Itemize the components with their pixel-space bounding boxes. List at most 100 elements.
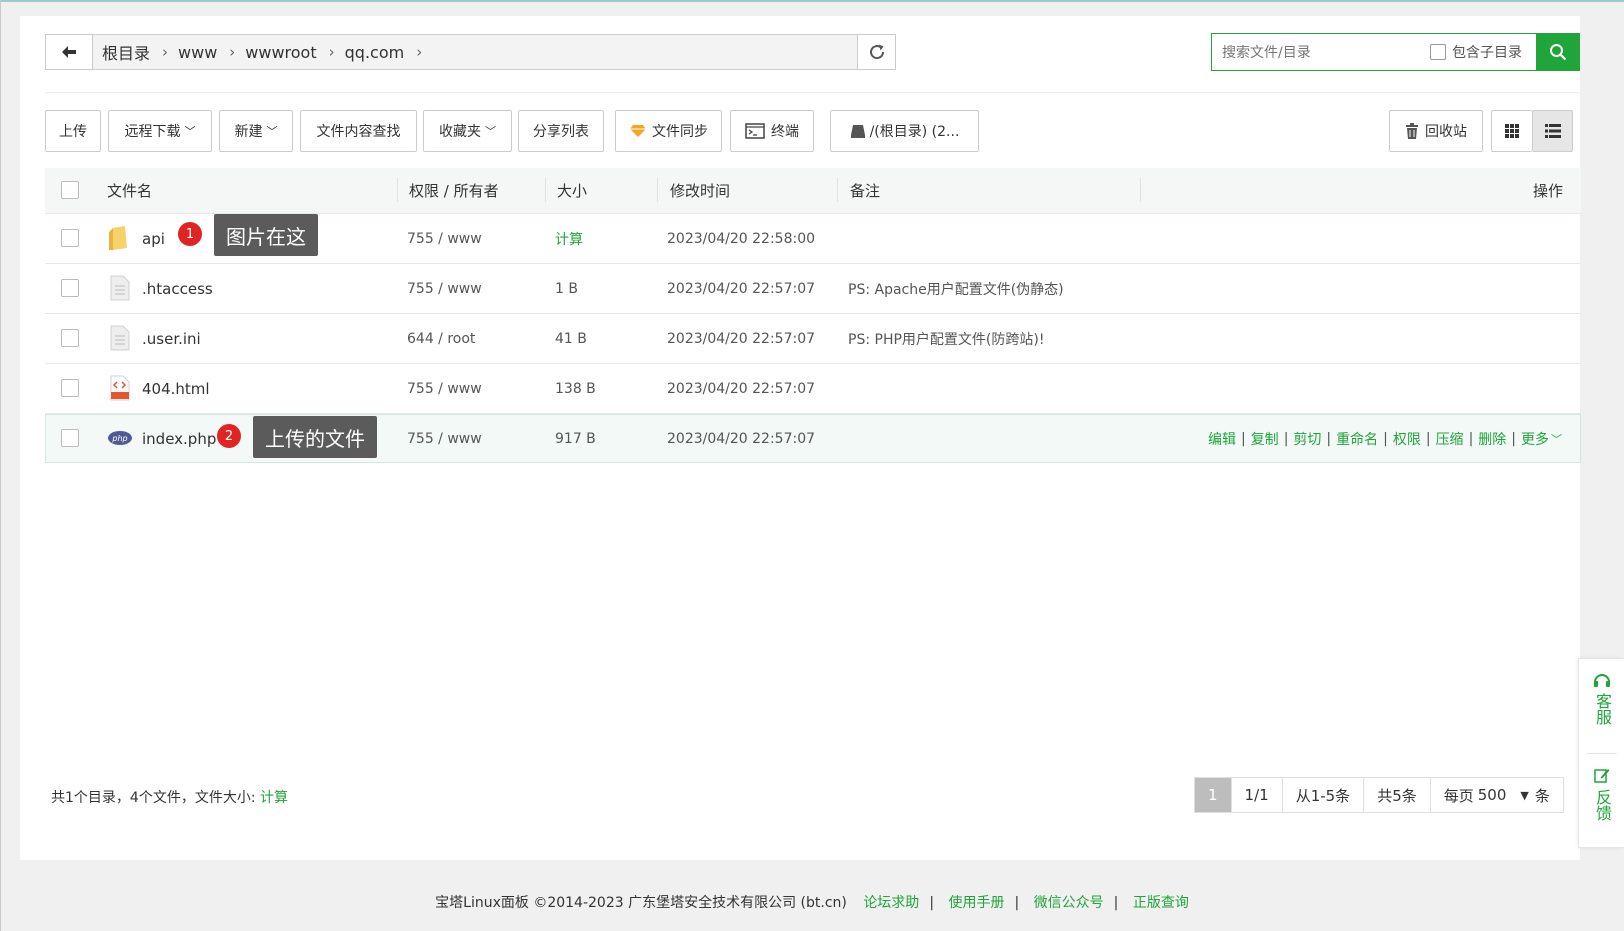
license-check-link[interactable]: 正版查询 bbox=[1133, 895, 1189, 911]
breadcrumb-item-wwwroot[interactable]: wwwroot bbox=[245, 43, 316, 62]
search-button[interactable] bbox=[1536, 33, 1580, 71]
file-name[interactable]: api bbox=[142, 214, 165, 263]
separator: | bbox=[1468, 430, 1474, 447]
side-widget: 客服 反馈 bbox=[1578, 658, 1624, 848]
back-button[interactable] bbox=[46, 35, 93, 69]
per-page-unit: 条 bbox=[1534, 786, 1550, 805]
pagination: 1 1/1 从1-5条 共5条 每页 500 ▼ 条 bbox=[1194, 777, 1564, 813]
file-note[interactable]: PS: Apache用户配置文件(伪静态) bbox=[848, 264, 1064, 313]
column-mtime[interactable]: 修改时间 bbox=[670, 168, 730, 213]
edit-link[interactable]: 编辑 bbox=[1208, 429, 1236, 449]
column-name[interactable]: 文件名 bbox=[107, 168, 152, 213]
feedback-label: 反馈 bbox=[1593, 789, 1612, 821]
row-checkbox[interactable] bbox=[61, 379, 79, 397]
table-row[interactable]: .htaccess 755 / www 1 B 2023/04/20 22:57… bbox=[45, 264, 1581, 314]
row-actions: 编辑 | 复制 | 剪切 | 重命名 | 权限 | 压缩 | 删除 | 更多 ﹀ bbox=[1208, 415, 1562, 462]
include-subdir-label: 包含子目录 bbox=[1452, 45, 1522, 61]
more-link[interactable]: 更多 bbox=[1521, 429, 1549, 449]
edit-icon bbox=[1594, 769, 1610, 783]
delete-link[interactable]: 删除 bbox=[1478, 429, 1506, 449]
file-name[interactable]: index.php bbox=[142, 415, 216, 462]
feedback-button[interactable]: 反馈 bbox=[1579, 767, 1624, 821]
copyright-footer: 宝塔Linux面板 ©2014-2023 广东堡塔安全技术有限公司 (bt.cn… bbox=[0, 892, 1624, 912]
annotation-tooltip: 上传的文件 bbox=[253, 416, 377, 458]
separator: | bbox=[929, 895, 935, 911]
column-permission: 权限 / 所有者 bbox=[409, 182, 499, 200]
search-input[interactable] bbox=[1220, 42, 1414, 64]
list-view-button[interactable] bbox=[1532, 110, 1573, 152]
favorites-button[interactable]: 收藏夹 ﹀ bbox=[423, 110, 512, 152]
annotation-tooltip: 图片在这 bbox=[214, 214, 318, 256]
row-checkbox[interactable] bbox=[61, 279, 79, 297]
include-subdir-checkbox[interactable] bbox=[1430, 44, 1446, 60]
chevron-down-icon: ﹀ bbox=[266, 125, 278, 138]
remote-download-button[interactable]: 远程下载 ﹀ bbox=[108, 110, 212, 152]
column-size[interactable]: 大小 bbox=[557, 168, 587, 213]
include-subdir-toggle[interactable]: 包含子目录 bbox=[1430, 34, 1522, 70]
table-row[interactable]: 404.html 755 / www 138 B 2023/04/20 22:5… bbox=[45, 364, 1581, 414]
file-mtime: 2023/04/20 22:57:07 bbox=[667, 380, 816, 397]
copyright-text: 宝塔Linux面板 ©2014-2023 广东堡塔安全技术有限公司 (bt.cn… bbox=[435, 895, 847, 911]
separator: | bbox=[1326, 430, 1332, 447]
select-all-checkbox[interactable] bbox=[61, 181, 79, 199]
per-page-control: 每页 500 ▼ 条 bbox=[1431, 778, 1563, 812]
file-permission[interactable]: 755 / www bbox=[407, 264, 482, 313]
file-permission[interactable]: 755 / www bbox=[407, 415, 482, 462]
file-name[interactable]: 404.html bbox=[142, 364, 210, 413]
terminal-button[interactable]: 终端 bbox=[730, 110, 814, 152]
headset-icon bbox=[1594, 674, 1610, 687]
compress-link[interactable]: 压缩 bbox=[1436, 429, 1464, 449]
divider bbox=[1587, 753, 1617, 754]
breadcrumb-item-site[interactable]: qq.com bbox=[345, 43, 405, 62]
separator: | bbox=[1283, 430, 1289, 447]
file-permission[interactable]: 755 / www bbox=[407, 364, 482, 413]
separator: | bbox=[1383, 430, 1388, 447]
recycle-bin-button[interactable]: 回收站 bbox=[1389, 110, 1483, 152]
permission-link[interactable]: 权限 bbox=[1393, 429, 1421, 449]
file-permission[interactable]: 644 / root bbox=[407, 314, 475, 363]
row-checkbox[interactable] bbox=[61, 329, 79, 347]
per-page-select[interactable]: 500 ▼ bbox=[1478, 786, 1529, 804]
file-sync-button[interactable]: 文件同步 bbox=[615, 110, 722, 152]
row-checkbox[interactable] bbox=[61, 229, 79, 247]
cut-link[interactable]: 剪切 bbox=[1293, 429, 1321, 449]
row-checkbox[interactable] bbox=[61, 429, 79, 447]
customer-service-button[interactable]: 客服 bbox=[1579, 673, 1624, 725]
page-current[interactable]: 1 bbox=[1195, 778, 1232, 812]
file-note[interactable]: PS: PHP用户配置文件(防跨站)! bbox=[848, 314, 1044, 363]
refresh-button[interactable] bbox=[857, 35, 895, 69]
disk-button[interactable]: /(根目录) (2... bbox=[830, 110, 979, 152]
customer-service-label: 客服 bbox=[1593, 693, 1612, 725]
upload-button[interactable]: 上传 bbox=[45, 110, 101, 152]
calc-size-link[interactable]: 计算 bbox=[555, 214, 583, 263]
chevron-down-icon: ﹀ bbox=[485, 125, 496, 138]
table-row[interactable]: .user.ini 644 / root 41 B 2023/04/20 22:… bbox=[45, 314, 1581, 364]
file-mtime: 2023/04/20 22:57:07 bbox=[667, 280, 816, 297]
file-name[interactable]: .htaccess bbox=[142, 264, 213, 313]
new-label: 新建 bbox=[234, 124, 263, 140]
new-button[interactable]: 新建 ﹀ bbox=[219, 110, 293, 152]
rename-link[interactable]: 重命名 bbox=[1336, 429, 1378, 449]
php-file-icon: php bbox=[108, 431, 132, 445]
chevron-down-icon: ﹀ bbox=[184, 125, 196, 138]
content-search-button[interactable]: 文件内容查找 bbox=[300, 110, 417, 152]
calc-total-size-link[interactable]: 计算 bbox=[260, 790, 288, 806]
arrow-left-icon bbox=[62, 46, 76, 58]
column-divider bbox=[1140, 178, 1141, 202]
file-permission[interactable]: 755 / www bbox=[407, 214, 482, 263]
file-name[interactable]: .user.ini bbox=[142, 314, 201, 363]
forum-link[interactable]: 论坛求助 bbox=[863, 895, 919, 911]
column-divider bbox=[545, 178, 546, 202]
share-list-button[interactable]: 分享列表 bbox=[518, 110, 604, 152]
file-icon bbox=[110, 325, 130, 351]
grid-view-button[interactable] bbox=[1491, 110, 1532, 152]
breadcrumb-item-www[interactable]: www bbox=[178, 43, 217, 62]
copy-link[interactable]: 复制 bbox=[1251, 429, 1279, 449]
content-search-label: 文件内容查找 bbox=[316, 124, 401, 140]
column-divider bbox=[657, 178, 658, 202]
chevron-right-icon: › bbox=[162, 43, 169, 61]
column-note: 备注 bbox=[850, 182, 881, 200]
manual-link[interactable]: 使用手册 bbox=[948, 895, 1004, 911]
wechat-link[interactable]: 微信公众号 bbox=[1034, 895, 1104, 911]
breadcrumb-item-root[interactable]: 根目录 bbox=[102, 40, 150, 64]
